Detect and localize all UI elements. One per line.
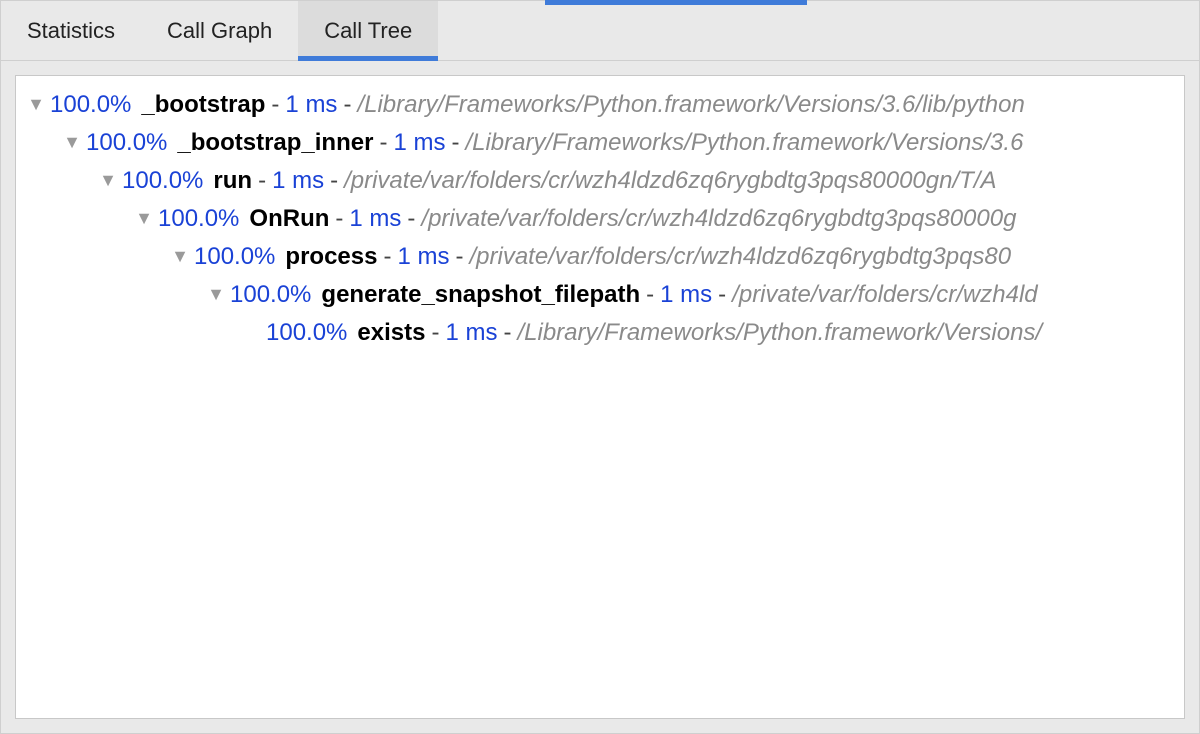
- function-name: process: [285, 238, 377, 276]
- percentage: 100.0%: [50, 86, 131, 124]
- call-time: 1 ms: [660, 276, 712, 314]
- call-tree-row[interactable]: ▼100.0%_bootstrap_inner-1 ms-/Library/Fr…: [22, 124, 1184, 162]
- disclosure-triangle-icon[interactable]: ▼: [94, 162, 122, 199]
- top-accent-strip: [545, 0, 807, 5]
- file-path: /private/var/folders/cr/wzh4ldzd6zq6rygb…: [344, 162, 996, 200]
- disclosure-triangle-icon[interactable]: ▼: [202, 276, 230, 313]
- call-time: 1 ms: [285, 86, 337, 124]
- separator: -: [503, 314, 511, 352]
- tab-statistics[interactable]: Statistics: [1, 1, 141, 60]
- separator: -: [343, 86, 351, 124]
- separator: -: [379, 124, 387, 162]
- file-path: /Library/Frameworks/Python.framework/Ver…: [465, 124, 1023, 162]
- percentage: 100.0%: [122, 162, 203, 200]
- disclosure-triangle-icon[interactable]: ▼: [130, 200, 158, 237]
- function-name: exists: [357, 314, 425, 352]
- call-tree-row[interactable]: ▼100.0%process-1 ms-/private/var/folders…: [22, 238, 1184, 276]
- file-path: /private/var/folders/cr/wzh4ldzd6zq6rygb…: [421, 200, 1016, 238]
- percentage: 100.0%: [194, 238, 275, 276]
- call-time: 1 ms: [397, 238, 449, 276]
- separator: -: [330, 162, 338, 200]
- separator: -: [258, 162, 266, 200]
- separator: -: [451, 124, 459, 162]
- call-time: 1 ms: [393, 124, 445, 162]
- file-path: /private/var/folders/cr/wzh4ldzd6zq6rygb…: [469, 238, 1011, 276]
- call-time: 1 ms: [272, 162, 324, 200]
- call-time: 1 ms: [445, 314, 497, 352]
- disclosure-triangle-icon[interactable]: ▼: [22, 86, 50, 123]
- separator: -: [407, 200, 415, 238]
- file-path: /Library/Frameworks/Python.framework/Ver…: [517, 314, 1042, 352]
- separator: -: [431, 314, 439, 352]
- separator: -: [718, 276, 726, 314]
- file-path: /private/var/folders/cr/wzh4ld: [732, 276, 1037, 314]
- tab-call-graph[interactable]: Call Graph: [141, 1, 298, 60]
- disclosure-triangle-icon[interactable]: ▼: [58, 124, 86, 161]
- tab-bar: Statistics Call Graph Call Tree: [1, 1, 1199, 61]
- call-tree-row[interactable]: ▼100.0%OnRun-1 ms-/private/var/folders/c…: [22, 200, 1184, 238]
- separator: -: [335, 200, 343, 238]
- call-tree-row[interactable]: ▼100.0%generate_snapshot_filepath-1 ms-/…: [22, 276, 1184, 314]
- function-name: run: [213, 162, 252, 200]
- function-name: generate_snapshot_filepath: [321, 276, 640, 314]
- tab-call-tree[interactable]: Call Tree: [298, 1, 438, 60]
- separator: -: [383, 238, 391, 276]
- function-name: OnRun: [249, 200, 329, 238]
- percentage: 100.0%: [158, 200, 239, 238]
- separator: -: [646, 276, 654, 314]
- separator: -: [271, 86, 279, 124]
- call-tree-panel: ▼100.0%_bootstrap-1 ms-/Library/Framewor…: [15, 75, 1185, 719]
- file-path: /Library/Frameworks/Python.framework/Ver…: [357, 86, 1024, 124]
- function-name: _bootstrap: [141, 86, 265, 124]
- function-name: _bootstrap_inner: [177, 124, 373, 162]
- disclosure-triangle-icon[interactable]: ▼: [166, 238, 194, 275]
- call-tree-row[interactable]: ▼100.0%run-1 ms-/private/var/folders/cr/…: [22, 162, 1184, 200]
- percentage: 100.0%: [86, 124, 167, 162]
- percentage: 100.0%: [230, 276, 311, 314]
- percentage: 100.0%: [266, 314, 347, 352]
- call-tree-row[interactable]: ▼100.0%exists-1 ms-/Library/Frameworks/P…: [22, 314, 1184, 352]
- call-time: 1 ms: [349, 200, 401, 238]
- call-tree-row[interactable]: ▼100.0%_bootstrap-1 ms-/Library/Framewor…: [22, 86, 1184, 124]
- separator: -: [455, 238, 463, 276]
